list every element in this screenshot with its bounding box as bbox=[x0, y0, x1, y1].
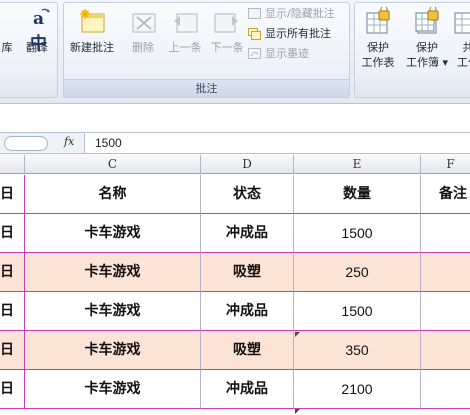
previous-comment-icon bbox=[170, 7, 200, 37]
table-cell-quantity[interactable]: 350 bbox=[294, 331, 421, 370]
table-cell-name[interactable]: 卡车游戏 bbox=[25, 331, 201, 370]
table-cell-date[interactable]: 日 bbox=[0, 292, 25, 331]
header-cell-note[interactable]: 备注 bbox=[421, 175, 470, 214]
show-hide-comment-button[interactable]: 显示/隐藏批注 bbox=[248, 5, 335, 23]
show-hide-comment-icon bbox=[248, 8, 261, 20]
comment-indicator[interactable] bbox=[295, 332, 300, 337]
table-cell-date[interactable]: 日 bbox=[0, 370, 25, 409]
new-comment-icon bbox=[77, 7, 107, 37]
table-cell-status[interactable]: 冲成品 bbox=[201, 370, 294, 409]
show-ink-button[interactable]: 显示墨迹 bbox=[248, 45, 309, 63]
table-cell-status[interactable]: 冲成品 bbox=[201, 292, 294, 331]
next-comment-icon bbox=[212, 7, 242, 37]
table-cell-status[interactable]: 吸塑 bbox=[201, 331, 294, 370]
comments-group-label: 批注 bbox=[64, 79, 349, 97]
share-workbook-icon bbox=[453, 7, 470, 37]
table-cell-quantity[interactable]: 1500 bbox=[294, 214, 421, 253]
column-header-c[interactable]: C bbox=[25, 155, 201, 174]
table-cell-note[interactable] bbox=[421, 370, 470, 409]
table-cell-name[interactable]: 卡车游戏 bbox=[25, 292, 201, 331]
table-cell-quantity[interactable]: 250 bbox=[294, 253, 421, 292]
table-cell-date[interactable]: 日 bbox=[0, 214, 25, 253]
column-header-d[interactable]: D bbox=[201, 155, 294, 174]
library-button[interactable]: 库 bbox=[0, 7, 15, 69]
column-header-b[interactable] bbox=[0, 155, 25, 174]
name-box[interactable] bbox=[4, 136, 48, 151]
column-header-f[interactable]: F bbox=[421, 155, 470, 174]
protect-workbook-icon bbox=[412, 5, 442, 37]
new-comment-button[interactable]: 新建批注 bbox=[66, 7, 118, 69]
table-cell-name[interactable]: 卡车游戏 bbox=[25, 253, 201, 292]
table-cell-quantity[interactable]: 2100 bbox=[294, 370, 421, 409]
protect-sheet-button[interactable]: 保护 工作表 bbox=[357, 5, 399, 69]
table-cell-note[interactable] bbox=[421, 253, 470, 292]
proofing-group: 库 a中 翻译 bbox=[0, 2, 58, 98]
next-label: 下一条 bbox=[210, 41, 244, 54]
translate-icon: a中 bbox=[22, 7, 52, 54]
ribbon: 库 a中 翻译 新建批注 删除 上一条 下一条 显示/隐藏批注 显示所有批注 显… bbox=[0, 0, 470, 104]
header-cell-quantity[interactable]: 数量 bbox=[294, 175, 421, 214]
new-comment-label: 新建批注 bbox=[70, 41, 114, 54]
comments-group: 新建批注 删除 上一条 下一条 显示/隐藏批注 显示所有批注 显示墨迹 批注 bbox=[63, 2, 350, 98]
header-cell-status[interactable]: 状态 bbox=[201, 175, 294, 214]
table-cell-status[interactable]: 吸塑 bbox=[201, 253, 294, 292]
previous-comment-button[interactable]: 上一条 bbox=[162, 7, 208, 69]
previous-label: 上一条 bbox=[168, 41, 202, 54]
next-comment-button[interactable]: 下一条 bbox=[204, 7, 250, 69]
header-cell-name[interactable]: 名称 bbox=[25, 175, 201, 214]
table-cell-quantity[interactable]: 1500 bbox=[294, 292, 421, 331]
show-all-comments-button[interactable]: 显示所有批注 bbox=[248, 25, 331, 43]
table-cell-note[interactable] bbox=[421, 331, 470, 370]
table-cell-name[interactable]: 卡车游戏 bbox=[25, 370, 201, 409]
protect-workbook-button[interactable]: 保护 工作簿 ▾ bbox=[403, 5, 451, 69]
changes-group: 保护工作表 保护工作簿 ▾ 共工作 bbox=[354, 2, 470, 98]
library-label: 库 bbox=[1, 41, 13, 54]
header-cell-date[interactable]: 日 bbox=[0, 175, 25, 214]
translate-button[interactable]: a中 翻译 bbox=[17, 7, 57, 69]
formula-bar: fx 1500 bbox=[0, 132, 470, 154]
protect-workbook-label: 保护 工作簿 ▾ bbox=[405, 41, 449, 69]
show-all-comments-icon bbox=[248, 28, 261, 40]
protect-sheet-label: 保护 工作表 bbox=[361, 41, 395, 69]
table-cell-status[interactable]: 冲成品 bbox=[201, 214, 294, 253]
formula-input[interactable]: 1500 bbox=[84, 133, 470, 153]
table-cell-name[interactable]: 卡车游戏 bbox=[25, 214, 201, 253]
table-cell-note[interactable] bbox=[421, 214, 470, 253]
delete-comment-button[interactable]: 删除 bbox=[120, 7, 166, 69]
table-cell-date[interactable]: 日 bbox=[0, 253, 25, 292]
show-ink-icon bbox=[248, 48, 261, 60]
share-workbook-label: 共工作 bbox=[457, 41, 470, 69]
column-header-e[interactable]: E bbox=[294, 155, 421, 174]
fx-icon[interactable]: fx bbox=[64, 135, 74, 148]
table-cell-note[interactable] bbox=[421, 292, 470, 331]
delete-label: 删除 bbox=[132, 41, 154, 54]
protect-sheet-icon bbox=[363, 5, 393, 37]
delete-comment-icon bbox=[128, 7, 158, 37]
table-cell-date[interactable]: 日 bbox=[0, 331, 25, 370]
comment-indicator[interactable] bbox=[295, 409, 300, 414]
share-workbook-button[interactable]: 共工作 bbox=[453, 7, 470, 69]
